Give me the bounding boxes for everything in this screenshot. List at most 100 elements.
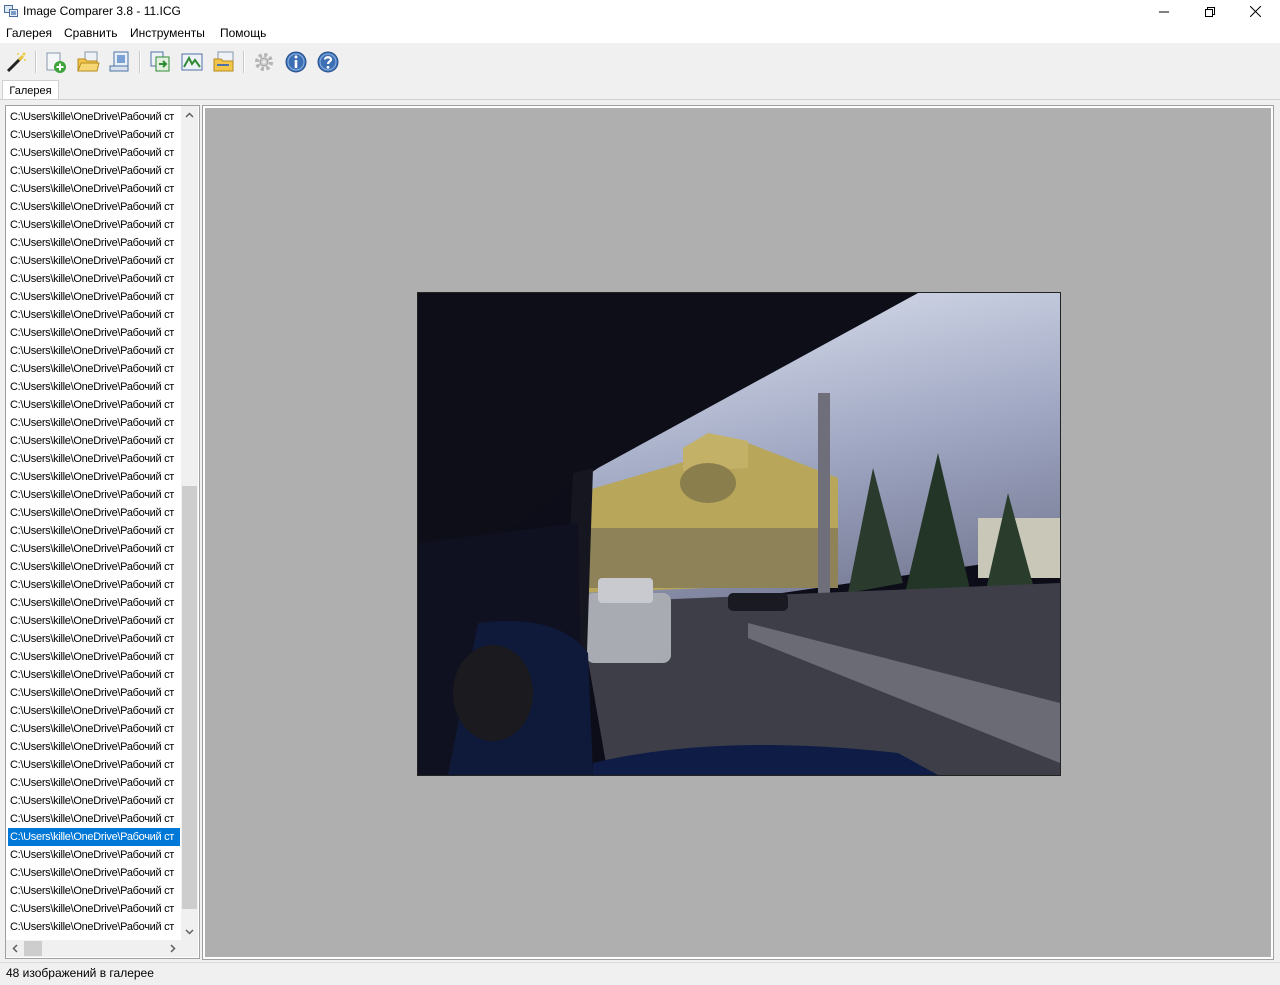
gallery-list-item[interactable]: C:\Users\kille\OneDrive\Рабочий ст [8, 486, 180, 504]
gallery-list-item[interactable]: C:\Users\kille\OneDrive\Рабочий ст [8, 126, 180, 144]
gallery-list-item[interactable]: C:\Users\kille\OneDrive\Рабочий ст [8, 630, 180, 648]
gallery-list-panel: C:\Users\kille\OneDrive\Рабочий ст C:\Use… [5, 105, 200, 959]
menu-gallery[interactable]: Галерея [6, 26, 52, 40]
tab-gallery[interactable]: Галерея [2, 80, 59, 100]
gallery-list-item[interactable]: C:\Users\kille\OneDrive\Рабочий ст [8, 324, 180, 342]
gallery-list-item[interactable]: C:\Users\kille\OneDrive\Рабочий ст [8, 828, 180, 846]
gallery-list-item[interactable]: C:\Users\kille\OneDrive\Рабочий ст [8, 144, 180, 162]
gallery-list-item[interactable]: C:\Users\kille\OneDrive\Рабочий ст [8, 234, 180, 252]
toolbar-separator [35, 51, 37, 73]
new-gallery-icon [46, 52, 66, 73]
vertical-scroll-thumb[interactable] [182, 486, 197, 909]
gallery-list-item[interactable]: C:\Users\kille\OneDrive\Рабочий ст [8, 432, 180, 450]
vertical-scrollbar[interactable] [181, 106, 198, 940]
chevron-up-icon [185, 111, 194, 118]
compare-pairs-button[interactable] [179, 49, 205, 75]
info-icon [285, 51, 307, 73]
close-button[interactable] [1232, 0, 1278, 23]
horizontal-scrollbar[interactable] [6, 940, 181, 957]
gallery-list-item[interactable]: C:\Users\kille\OneDrive\Рабочий ст [8, 108, 180, 126]
chevron-left-icon [11, 944, 18, 953]
gallery-list-item[interactable]: C:\Users\kille\OneDrive\Рабочий ст [8, 882, 180, 900]
new-gallery-button[interactable] [43, 49, 69, 75]
gallery-list-item[interactable]: C:\Users\kille\OneDrive\Рабочий ст [8, 216, 180, 234]
scroll-up-button[interactable] [181, 106, 198, 123]
gallery-list-item[interactable]: C:\Users\kille\OneDrive\Рабочий ст [8, 396, 180, 414]
open-gallery-icon [77, 51, 100, 72]
info-button[interactable] [283, 49, 309, 75]
minimize-icon [1159, 11, 1169, 12]
gallery-list-item[interactable]: C:\Users\kille\OneDrive\Рабочий ст [8, 846, 180, 864]
gallery-list-item[interactable]: C:\Users\kille\OneDrive\Рабочий ст [8, 540, 180, 558]
gallery-list-item[interactable]: C:\Users\kille\OneDrive\Рабочий ст [8, 720, 180, 738]
menu-bar: Галерея Сравнить Инструменты Помощь [0, 23, 1280, 44]
toolbar-separator [243, 51, 245, 73]
wizard-button[interactable] [3, 49, 29, 75]
tab-strip: Галерея [0, 80, 1280, 100]
help-icon [317, 51, 339, 73]
gallery-list-item[interactable]: C:\Users\kille\OneDrive\Рабочий ст [8, 162, 180, 180]
settings-icon [255, 53, 273, 71]
compare-pairs-icon [181, 53, 203, 71]
gallery-list-item[interactable]: C:\Users\kille\OneDrive\Рабочий ст [8, 576, 180, 594]
image-preview-area [205, 108, 1271, 957]
close-icon [1249, 6, 1261, 17]
gallery-list-item[interactable]: C:\Users\kille\OneDrive\Рабочий ст [8, 918, 180, 936]
gallery-list-item[interactable]: C:\Users\kille\OneDrive\Рабочий ст [8, 810, 180, 828]
gallery-list-item[interactable]: C:\Users\kille\OneDrive\Рабочий ст [8, 594, 180, 612]
scroll-right-button[interactable] [164, 940, 181, 957]
gallery-list-item[interactable]: C:\Users\kille\OneDrive\Рабочий ст [8, 342, 180, 360]
gallery-list-item[interactable]: C:\Users\kille\OneDrive\Рабочий ст [8, 756, 180, 774]
window-title: Image Comparer 3.8 - 11.ICG [23, 4, 181, 18]
gallery-list-item[interactable]: C:\Users\kille\OneDrive\Рабочий ст [8, 684, 180, 702]
settings-button[interactable] [251, 49, 277, 75]
status-bar: 48 изображений в галерее [0, 962, 1280, 985]
menu-help[interactable]: Помощь [220, 26, 266, 40]
toolbar [0, 44, 1280, 80]
scroll-down-button[interactable] [181, 923, 198, 940]
gallery-list-item[interactable]: C:\Users\kille\OneDrive\Рабочий ст [8, 666, 180, 684]
gallery-list-item[interactable]: C:\Users\kille\OneDrive\Рабочий ст [8, 468, 180, 486]
gallery-list-item[interactable]: C:\Users\kille\OneDrive\Рабочий ст [8, 198, 180, 216]
gallery-list-item[interactable]: C:\Users\kille\OneDrive\Рабочий ст [8, 270, 180, 288]
gallery-list-item[interactable]: C:\Users\kille\OneDrive\Рабочий ст [8, 504, 180, 522]
chevron-down-icon [185, 928, 194, 935]
gallery-list-item[interactable]: C:\Users\kille\OneDrive\Рабочий ст [8, 702, 180, 720]
menu-tools[interactable]: Инструменты [130, 26, 205, 40]
gallery-properties-button[interactable] [107, 49, 133, 75]
gallery-list-item[interactable]: C:\Users\kille\OneDrive\Рабочий ст [8, 648, 180, 666]
toolbar-separator [139, 51, 141, 73]
restore-button[interactable] [1187, 0, 1233, 23]
menu-compare[interactable]: Сравнить [64, 26, 117, 40]
gallery-list-item[interactable]: C:\Users\kille\OneDrive\Рабочий ст [8, 900, 180, 918]
gallery-list-item[interactable]: C:\Users\kille\OneDrive\Рабочий ст [8, 180, 180, 198]
horizontal-scroll-thumb[interactable] [24, 941, 42, 956]
gallery-properties-icon [109, 51, 129, 72]
gallery-list-item[interactable]: C:\Users\kille\OneDrive\Рабочий ст [8, 378, 180, 396]
gallery-list-item[interactable]: C:\Users\kille\OneDrive\Рабочий ст [8, 774, 180, 792]
gallery-list-item[interactable]: C:\Users\kille\OneDrive\Рабочий ст [8, 252, 180, 270]
gallery-list-item[interactable]: C:\Users\kille\OneDrive\Рабочий ст [8, 306, 180, 324]
results-icon [213, 51, 234, 72]
gallery-list-item[interactable]: C:\Users\kille\OneDrive\Рабочий ст [8, 738, 180, 756]
open-gallery-button[interactable] [75, 49, 101, 75]
gallery-list-item[interactable]: C:\Users\kille\OneDrive\Рабочий ст [8, 360, 180, 378]
gallery-list-item[interactable]: C:\Users\kille\OneDrive\Рабочий ст [8, 288, 180, 306]
gallery-list[interactable]: C:\Users\kille\OneDrive\Рабочий ст C:\Use… [8, 108, 180, 936]
status-text: 48 изображений в галерее [6, 966, 154, 980]
compare-icon [150, 51, 170, 72]
minimize-button[interactable] [1141, 0, 1187, 23]
gallery-list-item[interactable]: C:\Users\kille\OneDrive\Рабочий ст [8, 414, 180, 432]
wizard-icon [6, 52, 26, 73]
gallery-list-item[interactable]: C:\Users\kille\OneDrive\Рабочий ст [8, 558, 180, 576]
gallery-list-item[interactable]: C:\Users\kille\OneDrive\Рабочий ст [8, 522, 180, 540]
gallery-list-item[interactable]: C:\Users\kille\OneDrive\Рабочий ст [8, 450, 180, 468]
scroll-left-button[interactable] [6, 940, 23, 957]
compare-button[interactable] [147, 49, 173, 75]
gallery-list-item[interactable]: C:\Users\kille\OneDrive\Рабочий ст [8, 612, 180, 630]
preview-photo[interactable] [417, 292, 1061, 776]
gallery-list-item[interactable]: C:\Users\kille\OneDrive\Рабочий ст [8, 792, 180, 810]
help-button[interactable] [315, 49, 341, 75]
gallery-list-item[interactable]: C:\Users\kille\OneDrive\Рабочий ст [8, 864, 180, 882]
results-button[interactable] [211, 49, 237, 75]
